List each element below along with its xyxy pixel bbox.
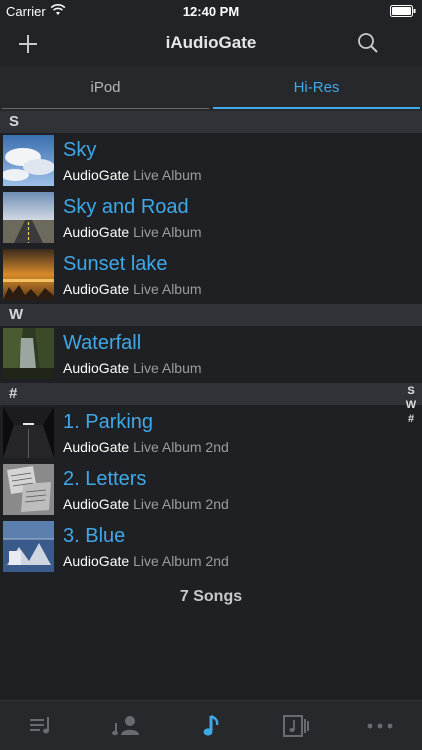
song-row-sky[interactable]: Sky AudioGate Live Album bbox=[0, 133, 422, 190]
index-letter-w[interactable]: W bbox=[405, 398, 417, 412]
battery-icon bbox=[390, 5, 416, 17]
status-time: 12:40 PM bbox=[182, 4, 240, 19]
song-artist: AudioGate bbox=[63, 281, 130, 297]
segment-tabs: iPod Hi-Res bbox=[0, 66, 422, 111]
album-icon[interactable] bbox=[282, 713, 310, 739]
nav-bar: iAudioGate bbox=[0, 22, 422, 66]
album-art-sunset-lake bbox=[3, 249, 54, 300]
album-art-sky-and-road bbox=[3, 192, 54, 243]
album-art-sky bbox=[3, 135, 54, 186]
tab-hi-res[interactable]: Hi-Res bbox=[211, 66, 422, 111]
song-album: Live Album bbox=[133, 224, 202, 240]
song-album: Live Album 2nd bbox=[133, 496, 229, 512]
song-album: Live Album 2nd bbox=[133, 553, 229, 569]
album-art-parking bbox=[3, 407, 54, 458]
tab-ipod[interactable]: iPod bbox=[0, 66, 211, 111]
song-row-letters[interactable]: 2. Letters AudioGate Live Album 2nd bbox=[0, 462, 422, 519]
song-row-blue[interactable]: 3. Blue AudioGate Live Album 2nd bbox=[0, 519, 422, 576]
index-letter-s[interactable]: S bbox=[405, 384, 417, 398]
song-subtitle: AudioGate Live Album 2nd bbox=[63, 496, 229, 512]
song-title: 3. Blue bbox=[63, 525, 126, 547]
section-header-hash: # bbox=[0, 383, 422, 405]
song-album: Live Album bbox=[133, 360, 202, 376]
song-subtitle: AudioGate Live Album bbox=[63, 281, 202, 297]
song-row-sunset-lake[interactable]: Sunset lake AudioGate Live Album bbox=[0, 247, 422, 304]
song-artist: AudioGate bbox=[63, 224, 130, 240]
music-note-icon[interactable] bbox=[197, 713, 225, 739]
song-artist: AudioGate bbox=[63, 553, 130, 569]
song-title: Sky and Road bbox=[63, 196, 189, 218]
song-subtitle: AudioGate Live Album bbox=[63, 167, 202, 183]
song-album: Live Album 2nd bbox=[133, 439, 229, 455]
song-title: Sunset lake bbox=[63, 253, 168, 275]
song-subtitle: AudioGate Live Album 2nd bbox=[63, 439, 229, 455]
section-header-w: W bbox=[0, 304, 422, 326]
index-letter-hash[interactable]: # bbox=[405, 412, 417, 426]
section-index[interactable]: S W # bbox=[405, 384, 417, 426]
playlist-icon[interactable] bbox=[28, 713, 56, 739]
song-album: Live Album bbox=[133, 167, 202, 183]
album-art-blue bbox=[3, 521, 54, 572]
song-row-sky-and-road[interactable]: Sky and Road AudioGate Live Album bbox=[0, 190, 422, 247]
tab-hi-res-underline bbox=[213, 107, 420, 109]
song-artist: AudioGate bbox=[63, 167, 130, 183]
song-subtitle: AudioGate Live Album 2nd bbox=[63, 553, 229, 569]
song-subtitle: AudioGate Live Album bbox=[63, 360, 202, 376]
bottom-tab-bar bbox=[0, 700, 422, 750]
song-row-waterfall[interactable]: Waterfall AudioGate Live Album bbox=[0, 326, 422, 383]
tab-ipod-underline bbox=[2, 108, 209, 109]
song-album: Live Album bbox=[133, 281, 202, 297]
song-title: 2. Letters bbox=[63, 468, 147, 490]
song-title: 1. Parking bbox=[63, 411, 154, 433]
status-bar: Carrier 12:40 PM bbox=[0, 0, 422, 22]
song-title: Sky bbox=[63, 139, 97, 161]
song-title: Waterfall bbox=[63, 332, 142, 354]
search-icon[interactable] bbox=[354, 30, 382, 58]
app-screen: Carrier 12:40 PM iAudioGate iPod Hi-Res bbox=[0, 0, 422, 750]
album-art-letters bbox=[3, 464, 54, 515]
section-header-s: S bbox=[0, 111, 422, 133]
song-artist: AudioGate bbox=[63, 439, 130, 455]
song-row-parking[interactable]: 1. Parking AudioGate Live Album 2nd bbox=[0, 405, 422, 462]
song-subtitle: AudioGate Live Album bbox=[63, 224, 202, 240]
song-artist: AudioGate bbox=[63, 360, 130, 376]
album-art-waterfall bbox=[3, 328, 54, 379]
artist-icon[interactable] bbox=[112, 713, 140, 739]
song-artist: AudioGate bbox=[63, 496, 130, 512]
more-icon[interactable] bbox=[366, 713, 394, 739]
song-count: 7 Songs bbox=[179, 588, 243, 605]
